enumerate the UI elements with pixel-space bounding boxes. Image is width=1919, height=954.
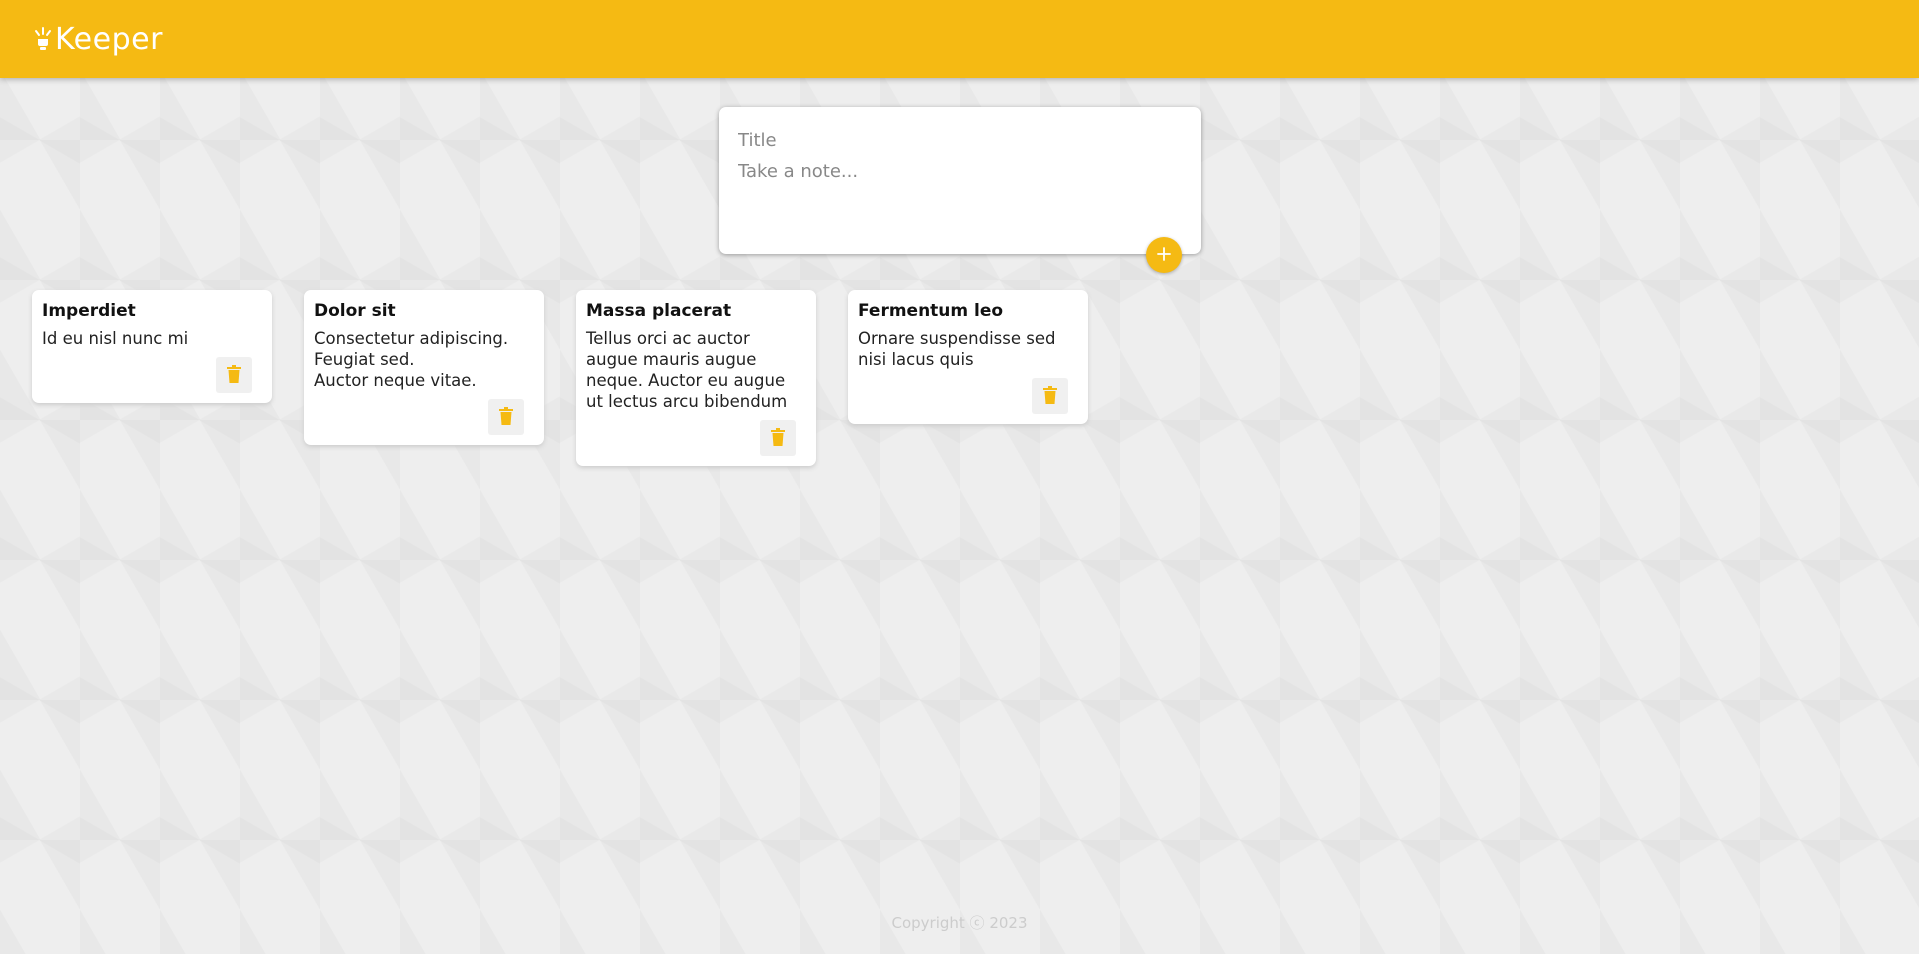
delete-note-button[interactable] xyxy=(760,420,796,456)
note-title: Dolor sit xyxy=(314,301,396,321)
app-header: Keeper xyxy=(0,0,1919,78)
app-logo: Keeper xyxy=(33,22,163,58)
note-card: Dolor sit Consectetur adipiscing. Feugia… xyxy=(304,290,544,445)
lightbulb-icon xyxy=(33,25,53,55)
trash-icon xyxy=(227,364,241,386)
note-title: Fermentum leo xyxy=(858,301,1004,321)
delete-note-button[interactable] xyxy=(488,399,524,435)
delete-note-button[interactable] xyxy=(1032,378,1068,414)
note-content: Consectetur adipiscing. Feugiat sed. Auc… xyxy=(314,329,509,390)
note-card: Fermentum leo Ornare suspendisse sed nis… xyxy=(848,290,1088,424)
note-content-input[interactable] xyxy=(738,159,1178,229)
add-note-button[interactable] xyxy=(1146,237,1182,273)
note-title: Imperdiet xyxy=(42,301,136,321)
trash-icon xyxy=(771,427,785,449)
note-content: Tellus orci ac auctor augue mauris augue… xyxy=(586,329,788,411)
create-note-form xyxy=(719,107,1201,254)
note-title-input[interactable] xyxy=(738,127,1178,153)
note-card: Massa placerat Tellus orci ac auctor aug… xyxy=(576,290,816,466)
copyright-text: Copyright ⓒ 2023 xyxy=(891,914,1028,932)
trash-icon xyxy=(499,406,513,428)
delete-note-button[interactable] xyxy=(216,357,252,393)
footer: Copyright ⓒ 2023 xyxy=(0,912,1919,933)
note-content: Ornare suspendisse sed nisi lacus quis xyxy=(858,329,1056,369)
plus-icon xyxy=(1156,246,1172,265)
note-card: Imperdiet Id eu nisl nunc mi xyxy=(32,290,272,403)
app-title: Keeper xyxy=(55,22,163,57)
trash-icon xyxy=(1043,385,1057,407)
note-content: Id eu nisl nunc mi xyxy=(42,329,189,348)
note-title: Massa placerat xyxy=(586,301,732,321)
